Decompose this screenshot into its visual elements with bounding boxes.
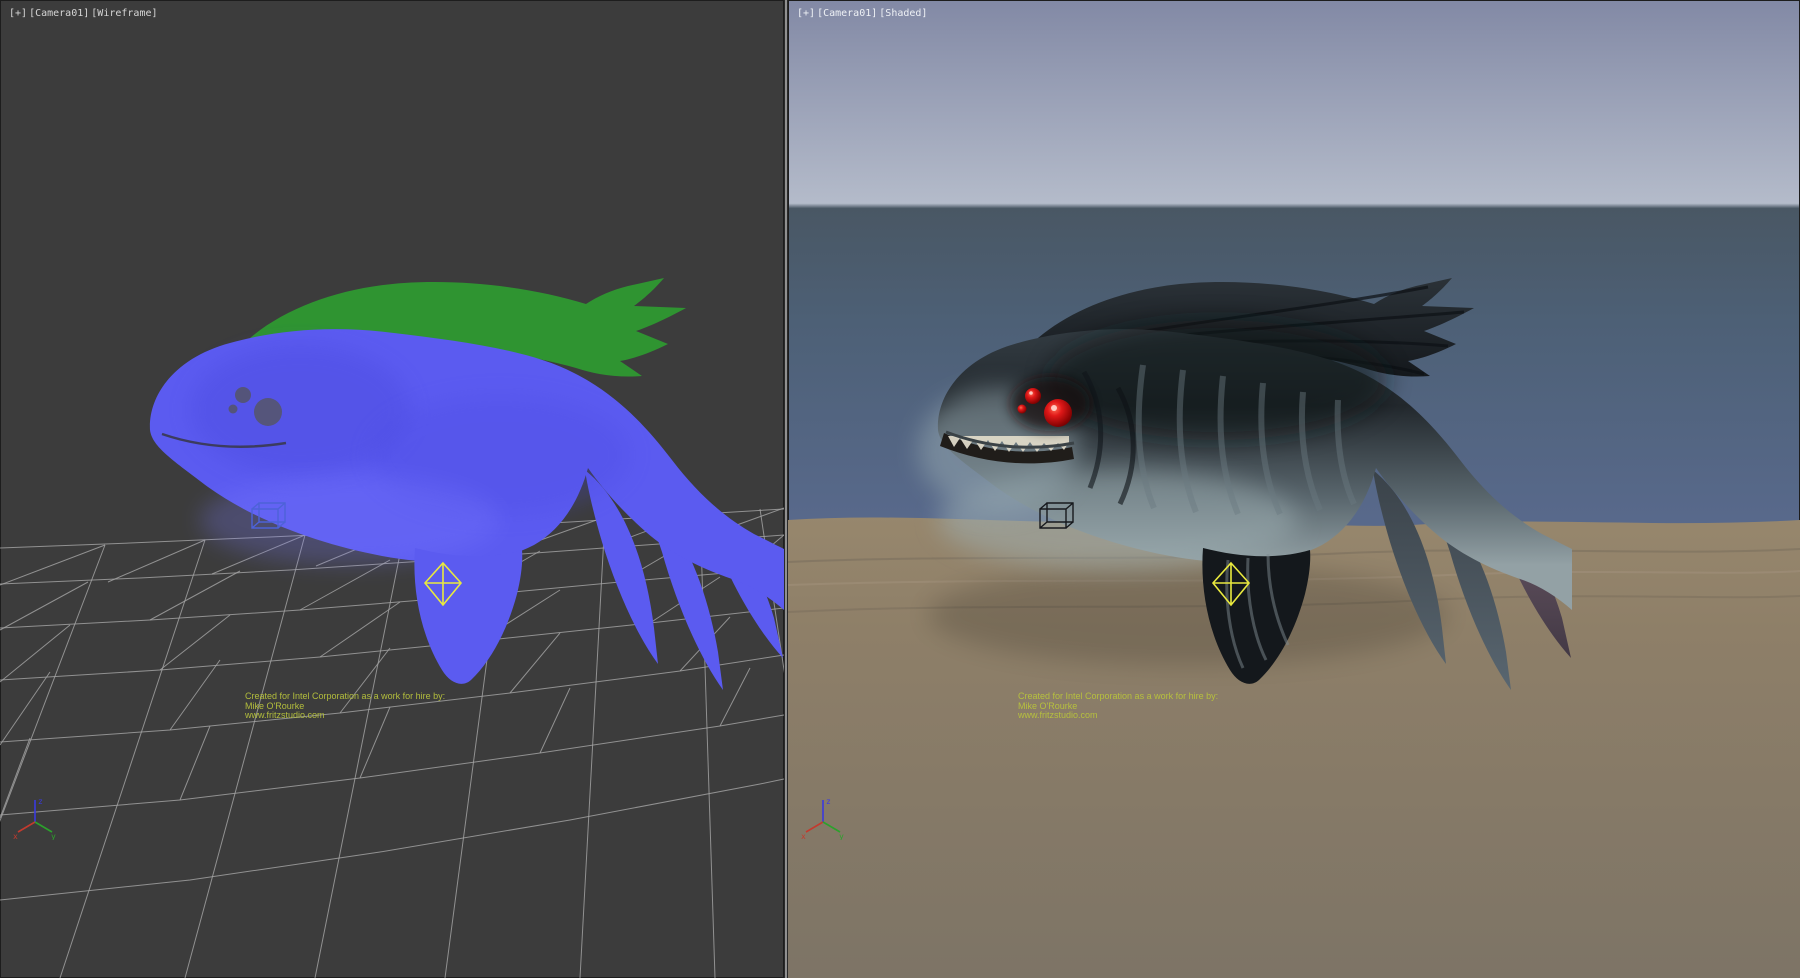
fish-eye-red: [1025, 388, 1041, 404]
axis-label-x: x: [13, 832, 18, 840]
viewport-menu-shading[interactable]: [Shaded]: [879, 8, 927, 20]
viewport-menu-general[interactable]: [+]: [9, 8, 27, 20]
fish-eye: [254, 398, 282, 426]
world-axis-gizmo: z x y: [12, 792, 58, 840]
axis-label-x: x: [801, 832, 806, 840]
fish-eye-red: [1018, 405, 1027, 414]
viewport-shaded[interactable]: [+] [Camera01] [Shaded] Created for Inte…: [788, 0, 1800, 978]
watermark-line: www.fritzstudio.com: [245, 711, 445, 721]
fish-model-wireframe[interactable]: [150, 278, 784, 690]
fish-eye: [229, 405, 238, 414]
axis-label-y: y: [51, 832, 56, 840]
viewport-label: [+] [Camera01] [Wireframe]: [9, 8, 158, 20]
fish-eyes-shaded: [1010, 377, 1090, 431]
eye-highlight: [1051, 405, 1057, 411]
axis-label-z: z: [826, 797, 831, 806]
axis-label-y: y: [839, 832, 844, 840]
viewport-menu-general[interactable]: [+]: [797, 8, 815, 20]
dual-viewport-stage: [+] [Camera01] [Wireframe] Created for I…: [0, 0, 1800, 978]
axis-label-z: z: [38, 797, 43, 806]
ground-grid-mesh: [0, 508, 784, 978]
watermark-line: www.fritzstudio.com: [1018, 711, 1218, 721]
shading-blob: [200, 475, 500, 565]
viewport-menu-pov[interactable]: [Camera01]: [29, 8, 89, 20]
wireframe-scene-canvas[interactable]: [0, 0, 784, 978]
viewport-wireframe[interactable]: [+] [Camera01] [Wireframe] Created for I…: [0, 0, 784, 978]
scene-watermark: Created for Intel Corporation as a work …: [1018, 692, 1218, 721]
pelvic-fin[interactable]: [414, 548, 522, 684]
viewport-label: [+] [Camera01] [Shaded]: [797, 8, 927, 20]
scene-watermark: Created for Intel Corporation as a work …: [245, 692, 445, 721]
viewport-menu-pov[interactable]: [Camera01]: [817, 8, 877, 20]
viewport-menu-shading[interactable]: [Wireframe]: [91, 8, 157, 20]
world-axis-gizmo: z x y: [800, 792, 846, 840]
shaded-scene-canvas[interactable]: [788, 0, 1800, 978]
eye-highlight: [1029, 391, 1033, 395]
fish-ground-shadow: [928, 565, 1448, 665]
fish-eye-red: [1044, 399, 1072, 427]
fish-eye: [235, 387, 251, 403]
